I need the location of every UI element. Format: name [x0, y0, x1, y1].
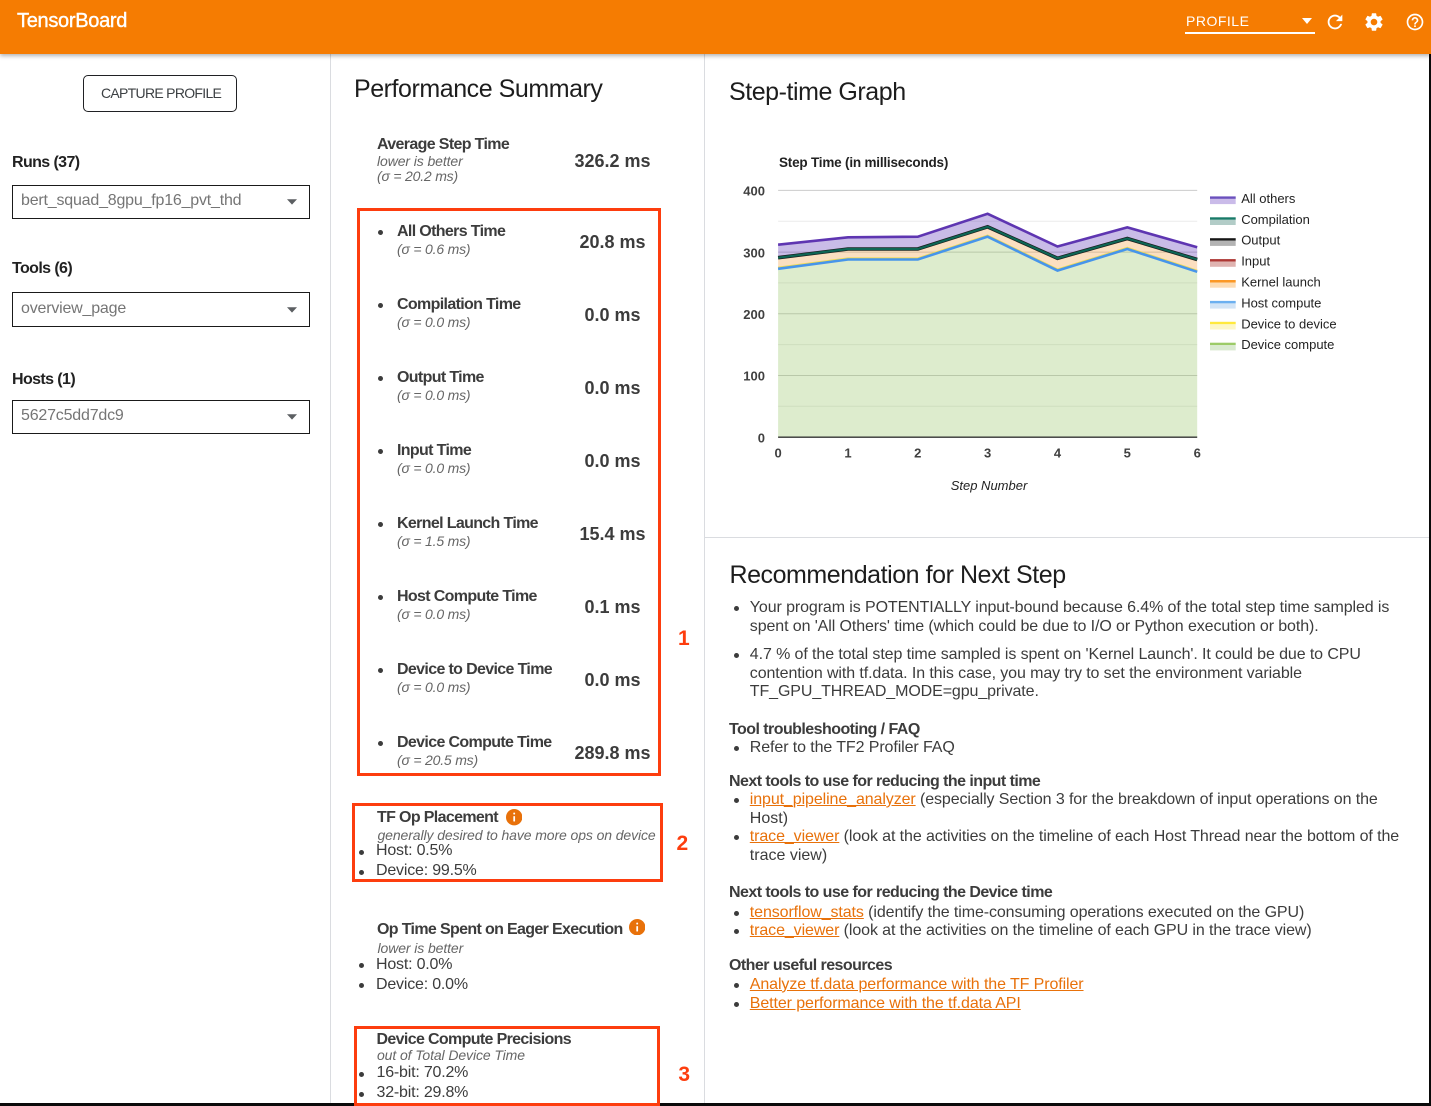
svg-text:4: 4 — [1054, 445, 1062, 460]
svg-text:Input: Input — [1241, 254, 1270, 269]
svg-text:100: 100 — [743, 369, 765, 384]
svg-text:0: 0 — [758, 430, 765, 445]
svg-text:2: 2 — [914, 445, 921, 460]
svg-text:All others: All others — [1241, 191, 1296, 206]
svg-text:Kernel launch: Kernel launch — [1241, 275, 1321, 290]
svg-text:Host compute: Host compute — [1241, 295, 1321, 310]
svg-text:0: 0 — [774, 445, 781, 460]
svg-text:5: 5 — [1124, 445, 1131, 460]
svg-text:200: 200 — [743, 307, 765, 322]
svg-text:1: 1 — [844, 445, 851, 460]
svg-text:Output: Output — [1241, 233, 1280, 248]
svg-text:3: 3 — [984, 445, 991, 460]
svg-text:Device compute: Device compute — [1241, 337, 1334, 352]
svg-text:Compilation: Compilation — [1241, 212, 1310, 227]
svg-text:6: 6 — [1194, 445, 1201, 460]
svg-text:400: 400 — [743, 184, 765, 199]
svg-text:Device to device: Device to device — [1241, 316, 1336, 331]
svg-text:300: 300 — [743, 245, 765, 260]
svg-text:Step Number: Step Number — [951, 478, 1028, 493]
svg-text:Step Time (in milliseconds): Step Time (in milliseconds) — [779, 155, 948, 170]
